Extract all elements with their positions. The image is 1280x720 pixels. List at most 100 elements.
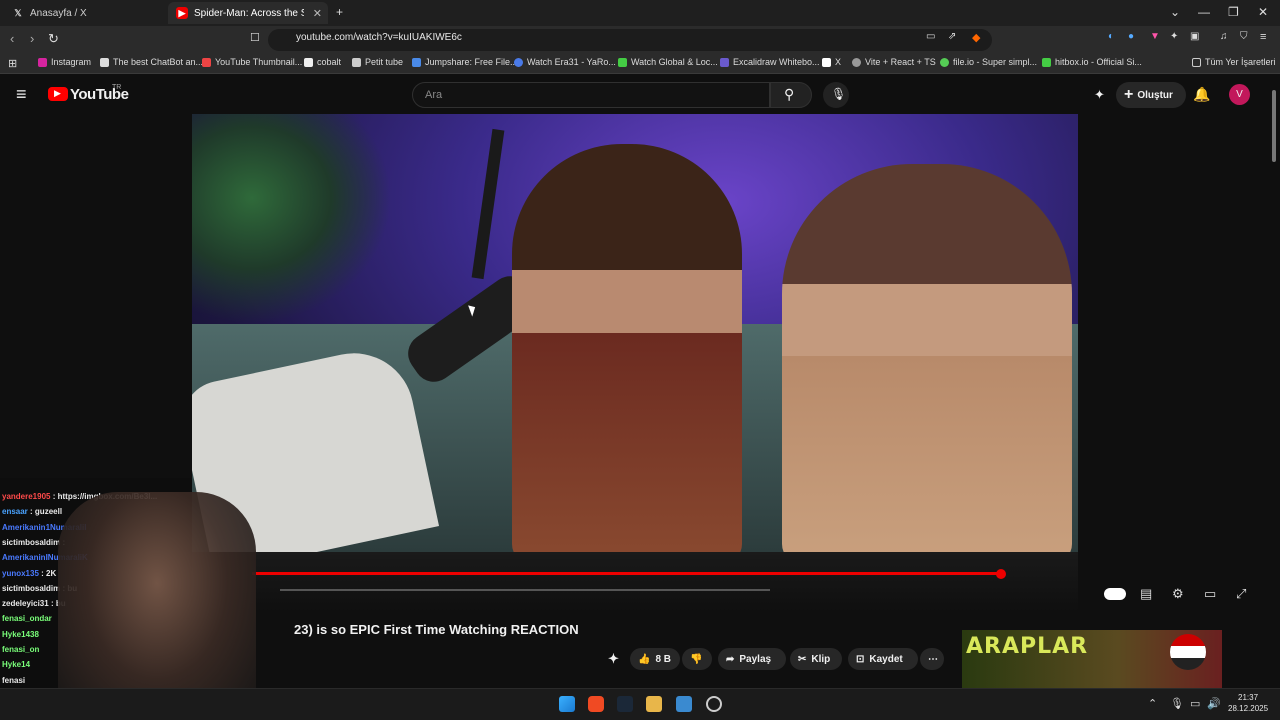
fullscreen-icon[interactable]: ⤢ [1236, 586, 1246, 602]
save-button[interactable]: ⊡ Kaydet [848, 648, 918, 670]
scissors-icon: ✂ [798, 653, 807, 665]
chat-username: yunox135 [2, 568, 39, 578]
menu-icon[interactable]: ≡ [1260, 31, 1266, 43]
bookmark-item[interactable]: X [822, 57, 841, 67]
more-icon: ⋯ [928, 653, 938, 665]
system-clock[interactable]: 21:37 28.12.2025 [1228, 692, 1268, 714]
bookmark-item[interactable]: file.io - Super simpl... [940, 57, 1037, 67]
subtitles-icon[interactable]: ▤ [1140, 586, 1152, 602]
bookmark-item[interactable]: Petit tube [352, 57, 403, 67]
bookmark-item[interactable]: Watch Global & Loc... [618, 57, 718, 67]
search-input[interactable]: Ara [412, 82, 770, 108]
minimize-icon[interactable]: — [1198, 5, 1210, 19]
bookmark-item[interactable]: Vite + React + TS [852, 57, 936, 67]
extension-icon[interactable]: ◐ [1108, 31, 1114, 42]
chat-line: Hyke1438 [2, 630, 39, 639]
plus-icon: + [1124, 86, 1134, 103]
video-player[interactable] [192, 114, 1078, 552]
create-button[interactable]: + Oluştur [1116, 82, 1186, 108]
x-icon [822, 57, 831, 67]
close-tab-icon[interactable]: ✕ [313, 7, 322, 20]
steam-icon[interactable] [617, 696, 633, 712]
bookmark-item[interactable]: Watch Era31 - YaRo... [514, 57, 616, 67]
folder-icon [1192, 57, 1201, 67]
bookmark-item[interactable]: YouTube Thumbnail... [202, 57, 302, 67]
youtube-header: ≡ ▶ YouTube TR Ara ⚲ 🎙 ✦ + Oluştur 🔔 V [0, 74, 1280, 116]
chat-username: sictimbosaldim [2, 537, 61, 547]
sparkle-icon[interactable]: ✦ [608, 648, 619, 670]
sidebar-icon[interactable]: ▣ [1190, 31, 1199, 42]
new-tab-icon[interactable]: + [336, 5, 343, 19]
theater-mode-icon[interactable]: ▭ [1204, 586, 1216, 602]
watch-global-icon [618, 57, 627, 67]
window-close-icon[interactable]: ✕ [1258, 5, 1268, 19]
sparkle-icon[interactable]: ✦ [1094, 87, 1105, 103]
microphone-tray-icon[interactable]: 🎙 [1170, 697, 1184, 710]
chat-line: Hyke14 [2, 660, 30, 669]
autoplay-toggle[interactable] [1104, 588, 1126, 600]
search-icon: ⚲ [784, 86, 795, 102]
all-bookmarks[interactable]: Tüm Yer İşaretleri [1192, 57, 1276, 67]
voice-search-button[interactable]: 🎙 [823, 82, 849, 108]
chat-line: fenasi_on [2, 645, 39, 654]
extension-icon[interactable]: ▼ [1150, 31, 1160, 42]
file-explorer-icon[interactable] [646, 696, 662, 712]
bookmark-item[interactable]: hitbox.io - Official Si... [1042, 57, 1142, 67]
thumbs-up-icon: 👍 [638, 653, 651, 665]
tray-chevron-icon[interactable]: ⌃ [1148, 697, 1157, 710]
bookmark-icon[interactable]: ☐ [250, 31, 260, 44]
thumbnail-icon [202, 57, 211, 67]
network-icon[interactable]: ▭ [1190, 697, 1200, 710]
avatar[interactable]: V [1229, 84, 1250, 105]
tab-x-home[interactable]: 𝕏 Anasayfa / X [4, 2, 164, 24]
search-button[interactable]: ⚲ [770, 82, 812, 108]
app-icon[interactable] [706, 696, 722, 712]
more-options-button[interactable]: ⋯ [920, 648, 944, 670]
bookmark-item[interactable]: cobalt [304, 57, 341, 67]
windows-start-icon[interactable] [559, 696, 575, 712]
share-button[interactable]: ➦ Paylaş [718, 648, 786, 670]
bell-icon[interactable]: 🔔 [1193, 86, 1210, 103]
app-icon[interactable] [676, 696, 692, 712]
chat-username: Hyke1438 [2, 629, 39, 639]
chat-username: zedeleyici31 [2, 599, 49, 609]
forward-icon[interactable]: › [30, 31, 34, 46]
extension-icon[interactable]: ● [1128, 31, 1134, 42]
progress-scrubber[interactable] [996, 569, 1006, 579]
tab-search-icon[interactable]: ⌄ [1170, 5, 1180, 19]
shield-icon[interactable]: ⛉ [1240, 31, 1248, 42]
bookmark-item[interactable]: Jumpshare: Free File... [412, 57, 518, 67]
page-scrollbar[interactable] [1272, 90, 1276, 162]
flag-icon [1170, 634, 1206, 670]
jumpshare-icon [412, 57, 421, 67]
like-button[interactable]: 👍 8 B [630, 648, 680, 670]
apps-icon[interactable]: ⊞ [8, 57, 17, 70]
chat-username: Hyke14 [2, 660, 31, 670]
progress-bar[interactable] [252, 572, 1002, 575]
recommended-thumbnail[interactable]: ARAPLAR [962, 630, 1222, 688]
music-icon[interactable]: ♫ [1220, 31, 1228, 42]
clip-button[interactable]: ✂ Klip [790, 648, 842, 670]
extensions-icon[interactable]: ✦ [1170, 31, 1178, 42]
url-text[interactable]: youtube.com/watch?v=kuIUAKIWE6c [296, 32, 462, 43]
brave-shield-icon[interactable]: ◆ [972, 31, 980, 44]
bookmark-item[interactable]: Instagram [38, 57, 91, 67]
chat-line: fenasi [2, 676, 25, 685]
tab-youtube-video[interactable]: ▶ Spider-Man: Across the Spide ✕ [168, 2, 328, 24]
back-icon[interactable]: ‹ [10, 31, 14, 46]
share-icon[interactable]: ⇗ [948, 31, 956, 42]
bookmark-item[interactable]: Excalidraw Whitebo... [720, 57, 820, 67]
volume-icon[interactable]: 🔊 [1207, 697, 1221, 710]
settings-gear-icon[interactable]: ⚙ [1172, 586, 1184, 602]
hamburger-menu-icon[interactable]: ≡ [16, 84, 27, 105]
chat-line: sictimbosaldim : [2, 538, 65, 547]
brave-browser-icon[interactable] [588, 696, 604, 712]
cast-icon[interactable]: ▭ [926, 31, 935, 42]
instagram-icon [38, 57, 47, 67]
browser-tab-bar: 𝕏 Anasayfa / X ▶ Spider-Man: Across the … [0, 0, 1280, 26]
bookmark-item[interactable]: The best ChatBot an... [100, 57, 203, 67]
dislike-button[interactable]: 👎 [682, 648, 712, 670]
maximize-icon[interactable]: ❐ [1228, 5, 1239, 19]
chatbot-icon [100, 57, 109, 67]
reload-icon[interactable]: ↻ [48, 31, 59, 47]
